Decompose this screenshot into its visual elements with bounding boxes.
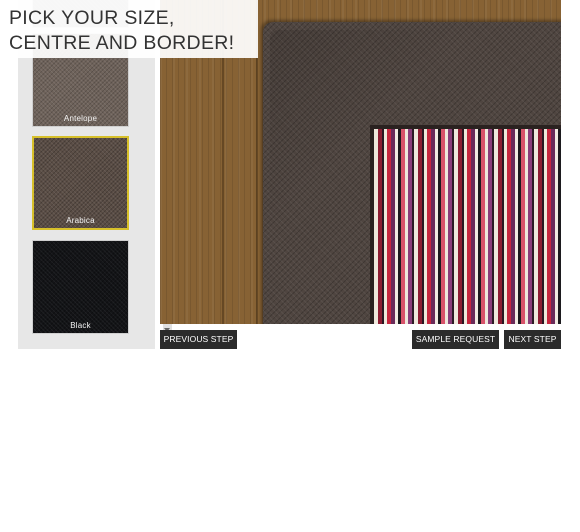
swatch-label: Arabica	[66, 216, 95, 225]
swatch-texture	[34, 138, 127, 228]
swatch-item-arabica[interactable]: Arabica	[32, 136, 129, 230]
swatch-texture	[33, 241, 128, 333]
swatch-label: Antelope	[63, 114, 98, 123]
title-banner: PICK YOUR SIZE, CENTRE AND BORDER!	[0, 0, 258, 58]
page-title-line-1: PICK YOUR SIZE,	[9, 7, 175, 29]
swatch-item-black[interactable]: Black	[32, 240, 129, 334]
rug-centre	[374, 129, 561, 324]
sample-request-button[interactable]: SAMPLE REQUEST	[412, 330, 499, 349]
swatch-label: Black	[70, 321, 91, 330]
page-title-line-2: CENTRE AND BORDER!	[9, 32, 235, 54]
next-step-button[interactable]: NEXT STEP	[504, 330, 561, 349]
previous-step-button[interactable]: PREVIOUS STEP	[160, 330, 237, 349]
